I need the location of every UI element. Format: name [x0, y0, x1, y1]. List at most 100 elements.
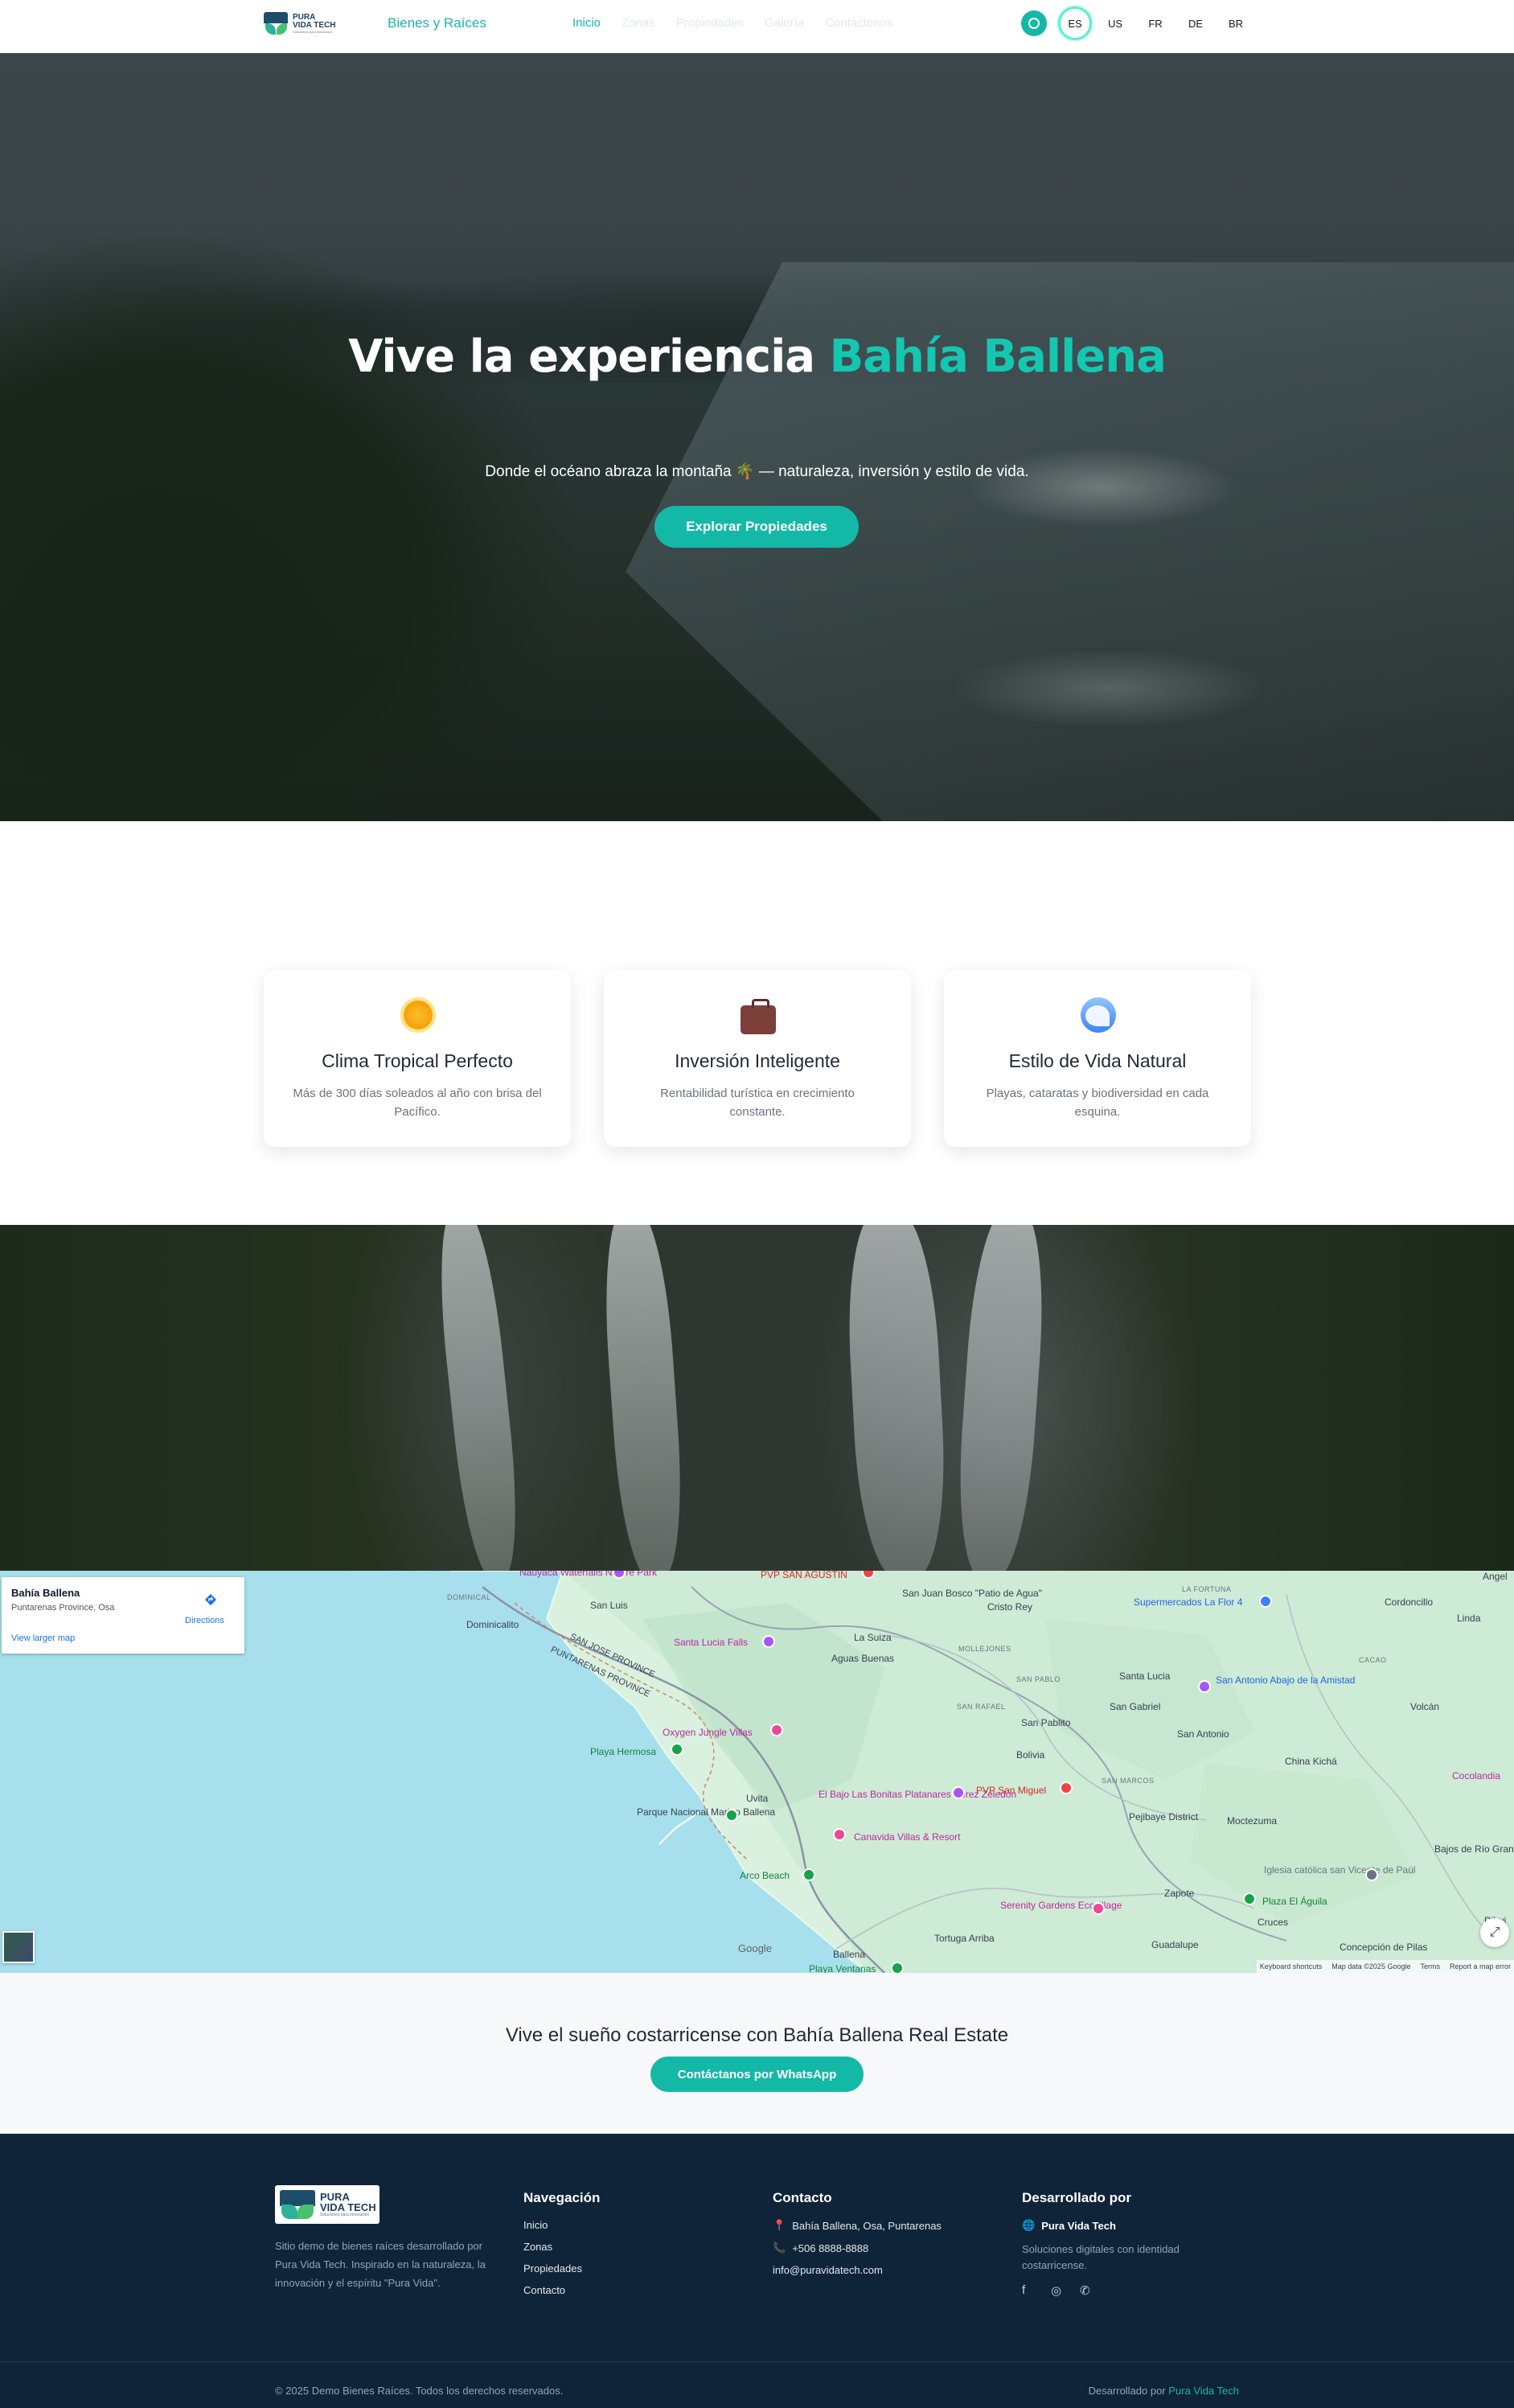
logo-text: PURA VIDA TECH — [320, 2191, 376, 2213]
map-label[interactable]: El Bajo Las Bonitas Platanares Pérez Zel… — [819, 1790, 1016, 1800]
copyright: © 2025 Demo Bienes Raíces. Todos los der… — [275, 2385, 564, 2397]
map-pin-icon[interactable] — [1259, 1595, 1272, 1608]
footer-dev-credit: Desarrollado por Pura Vida Tech — [1088, 2385, 1239, 2397]
map-label: Pejibaye District — [1129, 1811, 1199, 1822]
lang-fr[interactable]: FR — [1139, 6, 1172, 40]
map-label: Angel — [1483, 1571, 1508, 1582]
terms-link[interactable]: Terms — [1420, 1962, 1440, 1970]
whatsapp-contact-button[interactable]: Contáctanos por WhatsApp — [650, 2057, 864, 2092]
phone-icon: 📞 — [773, 2242, 786, 2254]
footer-dev-title: Desarrollado por — [1022, 2190, 1132, 2205]
map-label[interactable]: Serenity Gardens Ecovillage — [1000, 1901, 1122, 1911]
lang-us[interactable]: US — [1098, 6, 1132, 40]
footer-nav: Navegación Inicio Zonas Propiedades Cont… — [523, 2190, 600, 2306]
menu-item-galeria[interactable]: Galería — [765, 16, 804, 30]
map-satellite-toggle[interactable] — [2, 1931, 35, 1963]
map-label: SAN MARCOS — [1102, 1777, 1155, 1785]
map-label[interactable]: Canavida Villas & Resort — [854, 1831, 961, 1843]
logo-mark-icon — [280, 2188, 315, 2221]
lang-de[interactable]: DE — [1179, 6, 1212, 40]
feature-desc: Más de 300 días soleados al año con bris… — [293, 1087, 542, 1119]
map-pin-icon[interactable] — [802, 1868, 815, 1881]
map-pin-icon[interactable] — [1198, 1680, 1211, 1693]
whatsapp-icon[interactable]: ✆ — [1080, 2283, 1094, 2298]
map-label: CACAO — [1359, 1656, 1387, 1664]
map-label: San Juan Bosco "Patio de Agua" — [902, 1588, 1042, 1599]
map-pin-icon[interactable] — [1365, 1868, 1378, 1881]
map-pin-icon[interactable] — [671, 1743, 683, 1756]
map-label: San Luis — [590, 1600, 628, 1611]
directions-link[interactable]: Directions — [185, 1616, 224, 1625]
map-label[interactable]: Nauyaca Waterfalls Nature Park — [519, 1571, 657, 1577]
report-error-link[interactable]: Report a map error — [1450, 1962, 1511, 1970]
brand-link[interactable]: Bienes y Raíces — [388, 15, 486, 31]
map-label[interactable]: Playa Ventanas — [809, 1963, 876, 1973]
keyboard-shortcuts-link[interactable]: Keyboard shortcuts — [1260, 1962, 1323, 1970]
map-label: MOLLEJONES — [958, 1645, 1011, 1653]
map-pin-icon[interactable] — [833, 1828, 846, 1841]
map-pin-icon[interactable] — [725, 1809, 738, 1822]
map-label: Guadalupe — [1151, 1939, 1199, 1950]
map-place-subtitle: Puntarenas Province, Osa — [11, 1603, 115, 1613]
logo-tagline: Soluciones para innovación — [320, 2213, 370, 2217]
feature-card: Inversión Inteligente Rentabilidad turís… — [604, 970, 911, 1147]
footer-dev-link[interactable]: Pura Vida Tech — [1168, 2385, 1239, 2397]
cta-title: Vive el sueño costarricense con Bahía Ba… — [505, 2024, 1009, 2046]
footer-link-contacto[interactable]: Contacto — [523, 2284, 600, 2296]
map-label[interactable]: Oxygen Jungle Villas — [663, 1727, 753, 1738]
email-link[interactable]: info@puravidatech.com — [773, 2264, 942, 2276]
lang-es[interactable]: ES — [1058, 6, 1092, 40]
map-label[interactable]: Supermercados La Flor 4 — [1134, 1596, 1242, 1608]
hero-section: Vive la experiencia Bahía Ballena Donde … — [0, 53, 1514, 821]
map-label[interactable]: Santa Lucia Falls — [674, 1637, 748, 1648]
map-label[interactable]: Arco Beach — [740, 1870, 790, 1881]
footer-link-inicio[interactable]: Inicio — [523, 2219, 600, 2231]
menu-item-zonas[interactable]: Zonas — [622, 16, 655, 30]
map-label: Bolivia — [1016, 1749, 1045, 1761]
fullscreen-icon[interactable]: ⤢ — [1480, 1918, 1509, 1947]
explore-properties-button[interactable]: Explorar Propiedades — [654, 506, 859, 548]
map-label: Dominicalito — [466, 1619, 519, 1630]
map-place-title: Bahía Ballena — [11, 1587, 80, 1599]
dev-desc: Soluciones digitales con identidad costa… — [1022, 2243, 1180, 2271]
phone-item[interactable]: 📞 +506 8888-8888 — [773, 2242, 942, 2254]
footer-logo[interactable]: PURA VIDA TECH Soluciones para innovació… — [275, 2185, 380, 2224]
map-label[interactable]: PVP San Miguel — [976, 1785, 1046, 1796]
map-label[interactable]: Plaza El Águila — [1262, 1896, 1327, 1907]
instagram-icon[interactable]: ◎ — [1051, 2283, 1065, 2298]
directions-icon[interactable] — [204, 1593, 217, 1606]
map-label: Zapote — [1164, 1888, 1195, 1899]
facebook-icon[interactable]: f — [1022, 2283, 1036, 2298]
map-label[interactable]: Cocolandia — [1452, 1770, 1500, 1781]
map-label[interactable]: Iglesia católica san Vicente de Paúl — [1264, 1865, 1416, 1876]
map-label: Parque Nacional Marino Ballena — [637, 1806, 776, 1818]
map-pin-icon[interactable] — [762, 1635, 775, 1648]
map-label: Ballena — [833, 1949, 866, 1960]
menu-item-propiedades[interactable]: Propiedades — [676, 16, 744, 30]
map-pin-icon[interactable] — [1243, 1892, 1256, 1905]
map-pin-icon[interactable] — [770, 1724, 783, 1736]
hero-subtitle: Donde el océano abraza la montaña 🌴 — na… — [485, 463, 1029, 480]
map-pin-icon[interactable] — [1060, 1781, 1073, 1794]
map-label[interactable]: Playa Hermosa — [590, 1746, 656, 1757]
lang-br[interactable]: BR — [1219, 6, 1253, 40]
map-label[interactable]: San Antonio Abajo de la Amistad — [1216, 1675, 1355, 1686]
map-pin-icon[interactable] — [952, 1786, 965, 1799]
map-label[interactable]: PVP SAN AGUSTIN — [761, 1571, 847, 1580]
footer-link-propiedades[interactable]: Propiedades — [523, 2262, 600, 2274]
google-map[interactable]: Bahía Ballena Puntarenas Province, Osa D… — [0, 1571, 1514, 1973]
feature-title: Estilo de Vida Natural — [1008, 1050, 1187, 1071]
logo[interactable]: PURA VIDA TECH Soluciones para innovació… — [264, 10, 338, 37]
footer-link-zonas[interactable]: Zonas — [523, 2241, 600, 2253]
menu-item-contactenos[interactable]: Contáctenos — [825, 16, 892, 30]
dev-name-item[interactable]: 🌐 Pura Vida Tech — [1022, 2219, 1223, 2232]
chat-icon[interactable] — [1021, 10, 1047, 36]
menu-item-inicio[interactable]: Inicio — [572, 16, 601, 30]
logo-text: PURA VIDA TECH — [293, 12, 336, 30]
footer-divider — [0, 2361, 1514, 2362]
map-pin-icon[interactable] — [891, 1962, 904, 1973]
view-larger-map-link[interactable]: View larger map — [11, 1633, 75, 1643]
map-pin-icon[interactable] — [1092, 1902, 1105, 1915]
feature-desc: Rentabilidad turística en crecimiento co… — [660, 1087, 855, 1119]
map-label: Bajos de Río Grande — [1434, 1843, 1514, 1855]
